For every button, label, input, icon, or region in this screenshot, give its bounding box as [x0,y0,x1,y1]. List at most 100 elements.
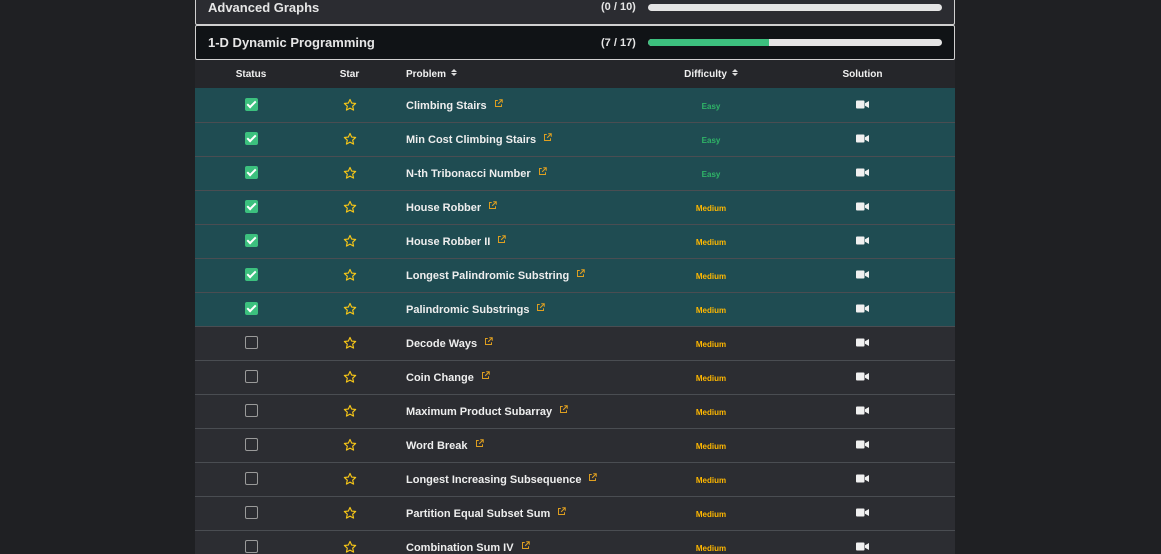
status-checkbox[interactable] [244,404,258,418]
solution-cell [770,156,955,190]
section-1d-dynamic-programming[interactable]: 1-D Dynamic Programming (7 / 17) [195,25,955,60]
star-icon[interactable] [343,198,357,215]
status-checkbox[interactable] [244,302,258,316]
problem-cell: Climbing Stairs [392,88,652,122]
problem-link[interactable]: Palindromic Substrings [406,304,529,316]
video-camera-icon[interactable] [856,300,869,317]
status-checkbox[interactable] [244,370,258,384]
external-link-icon[interactable] [559,401,568,419]
status-checkbox[interactable] [244,438,258,452]
star-icon[interactable] [343,164,357,181]
problem-link[interactable]: House Robber II [406,236,490,248]
table-row: House Robber Medium [195,190,955,224]
section-advanced-graphs[interactable]: Advanced Graphs (0 / 10) [195,0,955,25]
problem-link[interactable]: Longest Increasing Subsequence [406,474,581,486]
star-cell [307,122,392,156]
table-row: N-th Tribonacci Number Easy [195,156,955,190]
status-cell [195,360,307,394]
status-checkbox[interactable] [244,166,258,180]
difficulty-header[interactable]: Difficulty [652,60,770,88]
status-checkbox[interactable] [244,472,258,486]
problem-link[interactable]: Climbing Stairs [406,100,487,112]
problem-header[interactable]: Problem [392,60,652,88]
status-checkbox[interactable] [244,268,258,282]
star-icon[interactable] [343,266,357,283]
external-link-icon[interactable] [481,367,490,385]
problem-link[interactable]: Combination Sum IV [406,542,514,554]
video-camera-icon[interactable] [856,334,869,351]
external-link-icon[interactable] [497,231,507,249]
external-link-icon[interactable] [521,537,530,554]
video-camera-icon[interactable] [856,402,869,419]
external-link-icon[interactable] [576,265,585,283]
video-camera-icon[interactable] [856,504,869,521]
star-icon[interactable] [343,96,357,113]
video-camera-icon[interactable] [856,368,869,385]
sort-icon[interactable] [732,69,738,76]
difficulty-badge: Medium [695,340,727,349]
video-camera-icon[interactable] [856,232,869,249]
problem-cell: Longest Increasing Subsequence [392,462,652,496]
video-camera-icon[interactable] [856,198,869,215]
status-checkbox[interactable] [244,98,258,112]
video-camera-icon[interactable] [856,470,869,487]
problem-link[interactable]: Min Cost Climbing Stairs [406,134,536,146]
star-icon[interactable] [343,334,357,351]
status-cell [195,88,307,122]
problem-link[interactable]: Partition Equal Subset Sum [406,508,550,520]
status-checkbox[interactable] [244,200,258,214]
external-link-icon[interactable] [588,469,598,487]
difficulty-badge: Medium [695,408,727,417]
star-icon[interactable] [343,470,357,487]
external-link-icon[interactable] [488,197,497,215]
problem-link[interactable]: N-th Tribonacci Number [406,168,531,180]
status-checkbox[interactable] [244,132,258,146]
external-link-icon[interactable] [557,503,566,521]
star-icon[interactable] [343,130,357,147]
status-checkbox[interactable] [244,540,258,554]
status-cell [195,428,307,462]
status-cell [195,292,307,326]
star-icon[interactable] [343,402,357,419]
sort-icon[interactable] [451,69,457,76]
external-link-icon[interactable] [494,95,503,113]
table-row: Word Break Medium [195,428,955,462]
problem-link[interactable]: Maximum Product Subarray [406,406,552,418]
external-link-icon[interactable] [484,333,493,351]
table-row: Palindromic Substrings Medium [195,292,955,326]
problem-link[interactable]: Decode Ways [406,338,477,350]
difficulty-cell: Medium [652,258,770,292]
star-icon[interactable] [343,504,357,521]
problem-link[interactable]: Coin Change [406,372,474,384]
problem-cell: Word Break [392,428,652,462]
star-icon[interactable] [343,436,357,453]
status-checkbox[interactable] [244,336,258,350]
difficulty-badge: Medium [695,442,727,451]
external-link-icon[interactable] [543,129,552,147]
star-icon[interactable] [343,300,357,317]
external-link-icon[interactable] [475,435,484,453]
problem-link[interactable]: Longest Palindromic Substring [406,270,569,282]
status-header: Status [235,68,267,80]
star-icon[interactable] [343,232,357,249]
problem-link[interactable]: House Robber [406,202,481,214]
status-cell [195,224,307,258]
status-checkbox[interactable] [244,506,258,520]
star-cell [307,258,392,292]
difficulty-badge: Medium [695,272,727,281]
external-link-icon[interactable] [536,299,546,317]
star-icon[interactable] [343,368,357,385]
video-camera-icon[interactable] [856,96,869,113]
problem-link[interactable]: Word Break [406,440,468,452]
video-camera-icon[interactable] [856,266,869,283]
difficulty-cell: Medium [652,224,770,258]
video-camera-icon[interactable] [856,538,869,554]
video-camera-icon[interactable] [856,164,869,181]
star-icon[interactable] [343,538,357,554]
video-camera-icon[interactable] [856,130,869,147]
external-link-icon[interactable] [538,163,547,181]
star-cell [307,224,392,258]
video-camera-icon[interactable] [856,436,869,453]
star-cell [307,496,392,530]
status-checkbox[interactable] [244,234,258,248]
